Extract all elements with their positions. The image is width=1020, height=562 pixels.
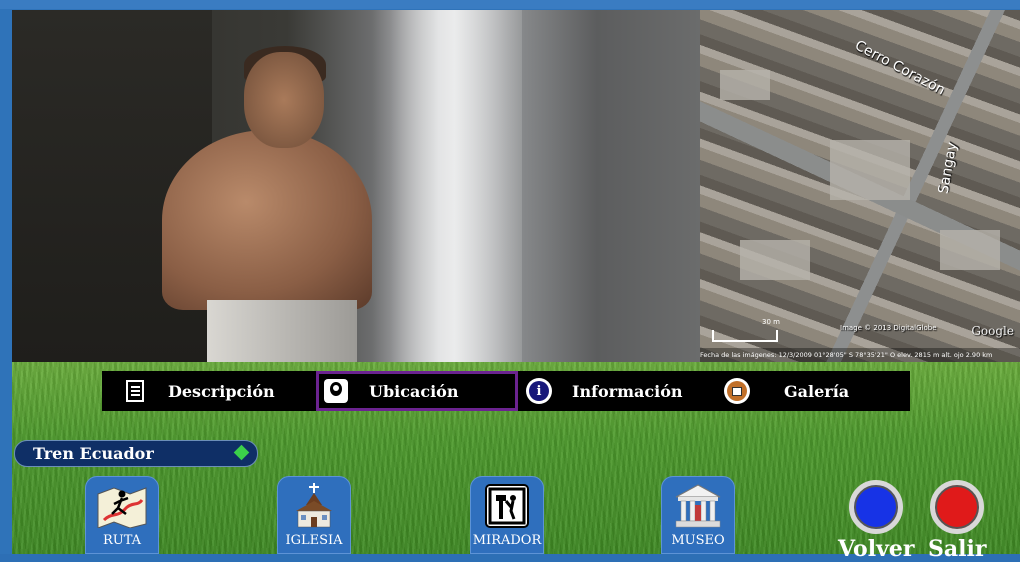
- map-scale-bar: [712, 330, 778, 342]
- map-building: [720, 70, 770, 100]
- museo-label: MUSEO: [671, 533, 725, 548]
- iglesia-button[interactable]: IGLESIA: [277, 476, 351, 554]
- menu-galeria-label: Galería: [784, 381, 850, 401]
- street-label-cerro-corazon: Cerro Corazón: [852, 37, 948, 99]
- person-head: [244, 52, 324, 148]
- ruta-button[interactable]: RUTA: [85, 476, 159, 554]
- waterfall: [372, 10, 522, 362]
- gallery-icon: [724, 378, 750, 404]
- menu-ubicacion-label: Ubicación: [369, 381, 459, 401]
- volver-button[interactable]: [849, 480, 903, 534]
- map-scale-label: 30 m: [762, 318, 780, 326]
- menu-informacion[interactable]: i Información: [526, 371, 726, 411]
- map-footer: Fecha de las imágenes: 12/3/2009 01°28'0…: [700, 348, 1020, 362]
- mirador-button[interactable]: MIRADOR: [470, 476, 544, 554]
- mirador-label: MIRADOR: [472, 533, 542, 548]
- google-logo: Google: [971, 324, 1014, 338]
- volver-label: Volver: [838, 536, 915, 562]
- window-top-strip: [0, 0, 1020, 9]
- main-stage: Cerro Corazón Sangay 30 m Image © 2013 D…: [12, 10, 1020, 554]
- app-window: Cerro Corazón Sangay 30 m Image © 2013 D…: [0, 0, 1020, 562]
- salir-label: Salir: [928, 536, 987, 562]
- salir-button[interactable]: [930, 480, 984, 534]
- menu-ubicacion[interactable]: Ubicación: [316, 371, 518, 411]
- menu-descripcion-label: Descripción: [168, 381, 275, 401]
- person-body: [162, 130, 372, 310]
- ruta-label: RUTA: [102, 533, 142, 548]
- museo-button[interactable]: MUSEO: [661, 476, 735, 554]
- location-pin-icon: [323, 378, 349, 404]
- viewpoint-icon: [481, 483, 533, 529]
- info-icon: i: [526, 378, 552, 404]
- street-label-sangay: Sangay: [935, 140, 961, 196]
- section-title: Tren Ecuador: [33, 444, 154, 463]
- person-shorts: [207, 300, 357, 362]
- menu-galeria[interactable]: Galería: [724, 371, 904, 411]
- info-menu-bar: Descripción Ubicación i Información Gale…: [102, 371, 910, 411]
- diamond-icon: [233, 444, 250, 461]
- church-icon: [288, 483, 340, 529]
- map-image-credit: Image © 2013 DigitalGlobe: [840, 324, 937, 332]
- document-icon: [122, 378, 148, 404]
- section-title-bar: Tren Ecuador: [14, 440, 258, 467]
- menu-descripcion[interactable]: Descripción: [122, 371, 302, 411]
- hiker-map-icon: [96, 483, 148, 529]
- map-building: [940, 230, 1000, 270]
- satellite-map[interactable]: Cerro Corazón Sangay 30 m Image © 2013 D…: [700, 10, 1020, 362]
- video-panel[interactable]: [12, 10, 700, 362]
- map-building: [740, 240, 810, 280]
- map-building: [830, 140, 910, 200]
- museum-icon: [672, 483, 724, 529]
- iglesia-label: IGLESIA: [285, 533, 343, 548]
- menu-informacion-label: Información: [572, 381, 683, 401]
